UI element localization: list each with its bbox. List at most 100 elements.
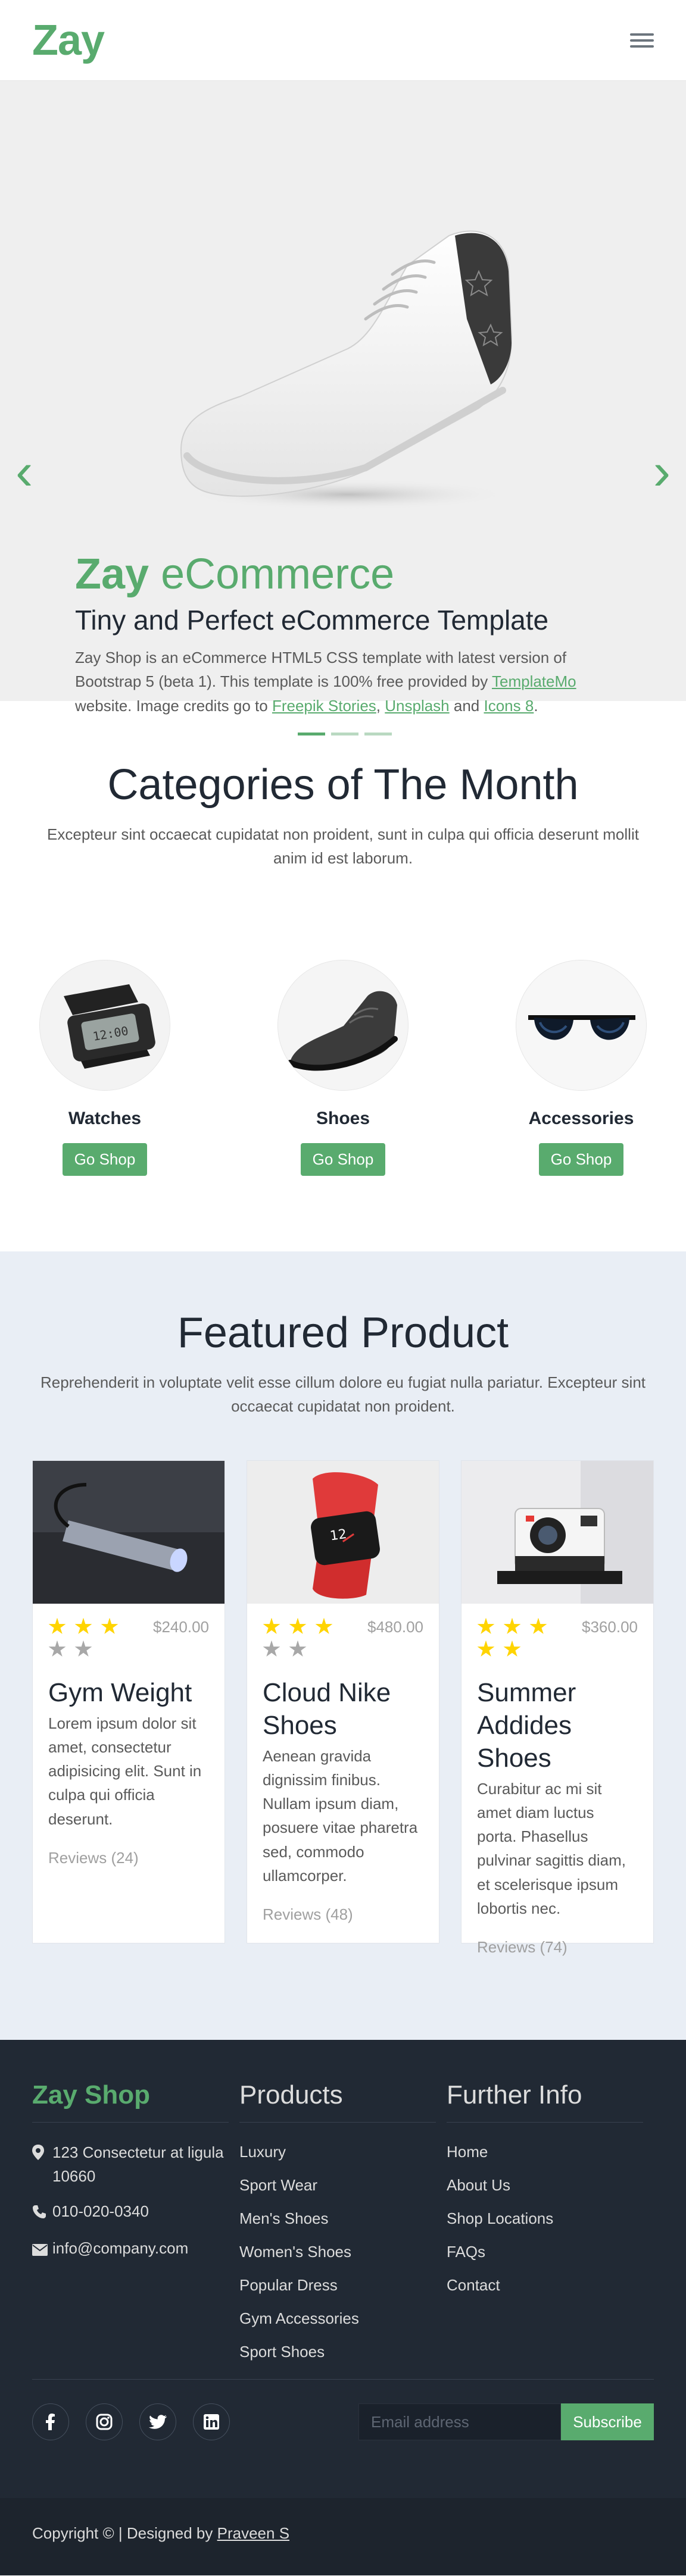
site-header: Zay — [0, 0, 686, 81]
footer-link[interactable]: Sport Shoes — [239, 2340, 447, 2364]
templatemo-link[interactable]: TemplateMo — [492, 672, 576, 690]
star-icon — [48, 1617, 66, 1634]
rating-line: $240.00 — [48, 1617, 209, 1663]
linkedin-icon[interactable] — [193, 2403, 230, 2440]
footer-link[interactable]: Sport Wear — [239, 2174, 447, 2197]
carousel-prev-icon[interactable]: ‹ — [15, 445, 33, 497]
unsplash-link[interactable]: Unsplash — [385, 697, 449, 715]
product-description: Lorem ipsum dolor sit amet, consectetur … — [48, 1714, 202, 1828]
star-icon — [503, 1617, 521, 1634]
copyright-text: Copyright © | Designed by — [32, 2524, 217, 2542]
envelope-icon — [32, 2236, 52, 2262]
star-icon — [74, 1640, 92, 1657]
flashlight-image[interactable] — [33, 1460, 224, 1604]
star-rating — [263, 1617, 364, 1663]
footer-products-column: Products Luxury Sport Wear Men's Shoes W… — [239, 2080, 447, 2374]
email-subscribe-input[interactable] — [358, 2403, 561, 2440]
hero-carousel: ‹ › Zay eCommerce Tiny and Perfect eComm… — [0, 81, 686, 735]
menu-bar — [630, 33, 654, 36]
product-title[interactable]: Cloud Nike Shoes — [263, 1676, 423, 1742]
hero-description: Zay Shop is an eCommerce HTML5 CSS templ… — [75, 646, 611, 718]
watch-image[interactable]: 12:00 — [39, 959, 170, 1091]
featured-description: Reprehenderit in voluptate velit esse ci… — [40, 1373, 646, 1416]
star-icon — [503, 1640, 521, 1657]
hero-subtitle: Tiny and Perfect eCommerce Template — [75, 605, 549, 636]
star-rating — [477, 1617, 578, 1663]
phone-icon — [32, 2199, 52, 2226]
footer-link[interactable]: Home — [447, 2140, 654, 2164]
map-marker-icon — [32, 2140, 52, 2189]
footer-link[interactable]: Men's Shoes — [239, 2207, 447, 2230]
product-price: $240.00 — [153, 1617, 209, 1636]
copyright-bar: Copyright © | Designed by Praveen S — [0, 2498, 686, 2575]
phone-link[interactable]: 010-020-0340 — [52, 2199, 149, 2226]
footer-link[interactable]: FAQs — [447, 2240, 654, 2264]
star-icon — [529, 1617, 547, 1634]
product-card[interactable]: 12 $480.00 Cloud Nike Shoes Aenean gravi… — [247, 1460, 439, 1943]
menu-toggle-icon[interactable] — [630, 31, 654, 50]
footer-link[interactable]: Gym Accessories — [239, 2307, 447, 2330]
rating-line: $480.00 — [263, 1617, 423, 1663]
footer-phone: 010-020-0340 — [32, 2199, 239, 2226]
footer-address: 123 Consectetur at ligula 10660 — [32, 2140, 239, 2189]
hero-title: Zay eCommerce — [75, 550, 611, 598]
star-icon — [477, 1617, 495, 1634]
featured-section: Featured Product Reprehenderit in volupt… — [0, 1251, 686, 2040]
hero-desc-sep: and — [449, 696, 484, 715]
go-shop-button[interactable]: Go Shop — [62, 1143, 148, 1176]
category-accessories: Accessories Go Shop — [516, 959, 647, 1176]
watch-product-image[interactable]: 12 — [247, 1460, 439, 1604]
product-reviews: Reviews (74) — [477, 1938, 567, 1957]
footer-columns: Zay Shop 123 Consectetur at ligula 10660… — [32, 2080, 654, 2374]
footer-brand: Zay Shop — [32, 2080, 229, 2123]
product-title[interactable]: Summer Addides Shoes — [477, 1676, 638, 1774]
footer-link[interactable]: Contact — [447, 2274, 654, 2297]
icons8-link[interactable]: Icons 8 — [484, 697, 534, 715]
footer-link[interactable]: Women's Shoes — [239, 2240, 447, 2264]
carousel-indicators — [298, 733, 392, 735]
newsletter-form: Subscribe — [358, 2403, 654, 2440]
product-reviews: Reviews (24) — [48, 1849, 139, 1867]
star-icon — [263, 1640, 280, 1657]
camera-image[interactable] — [462, 1460, 653, 1604]
footer-link[interactable]: About Us — [447, 2174, 654, 2197]
carousel-indicator-3[interactable] — [364, 733, 392, 735]
category-watches: 12:00 Watches Go Shop — [39, 959, 170, 1176]
instagram-icon[interactable] — [86, 2403, 123, 2440]
star-icon — [477, 1640, 495, 1657]
go-shop-button[interactable]: Go Shop — [538, 1143, 624, 1176]
category-name: Watches — [68, 1108, 142, 1128]
carousel-indicator-2[interactable] — [331, 733, 358, 735]
brand-logo[interactable]: Zay — [32, 16, 105, 65]
hero-title-light: eCommerce — [161, 550, 395, 598]
carousel-indicator-1[interactable] — [298, 733, 325, 735]
twitter-icon[interactable] — [139, 2403, 176, 2440]
go-shop-button[interactable]: Go Shop — [300, 1143, 386, 1176]
footer-link[interactable]: Luxury — [239, 2140, 447, 2164]
designer-link[interactable]: Praveen S — [217, 2524, 289, 2542]
sunglasses-image[interactable] — [516, 959, 647, 1091]
subscribe-button[interactable]: Subscribe — [561, 2403, 654, 2440]
shoe-image[interactable] — [277, 959, 409, 1091]
footer-link[interactable]: Popular Dress — [239, 2274, 447, 2297]
product-title[interactable]: Gym Weight — [48, 1676, 209, 1709]
footer-products-title: Products — [239, 2080, 436, 2123]
hero-desc-text: website. Image credits go to — [75, 696, 272, 715]
categories-description: Excepteur sint occaecat cupidatat non pr… — [47, 825, 639, 868]
facebook-icon[interactable] — [32, 2403, 69, 2440]
footer-contact-column: Zay Shop 123 Consectetur at ligula 10660… — [32, 2080, 239, 2374]
product-card[interactable]: $360.00 Summer Addides Shoes Curabitur a… — [461, 1460, 654, 1956]
product-card-body: $480.00 Cloud Nike Shoes Aenean gravida … — [247, 1604, 439, 1939]
email-link[interactable]: info@company.com — [52, 2236, 188, 2262]
star-icon — [48, 1640, 66, 1657]
footer-info-title: Further Info — [447, 2080, 643, 2123]
star-icon — [289, 1640, 307, 1657]
menu-bar — [630, 45, 654, 48]
category-shoes: Shoes Go Shop — [277, 959, 409, 1176]
footer-link[interactable]: Shop Locations — [447, 2207, 654, 2230]
carousel-next-icon[interactable]: › — [653, 445, 671, 497]
freepik-link[interactable]: Freepik Stories — [272, 697, 376, 715]
product-description: Curabitur ac mi sit amet diam luctus por… — [477, 1779, 626, 1918]
hero-desc-sep: , — [376, 696, 385, 715]
product-card[interactable]: $240.00 Gym Weight Lorem ipsum dolor sit… — [32, 1460, 225, 1943]
